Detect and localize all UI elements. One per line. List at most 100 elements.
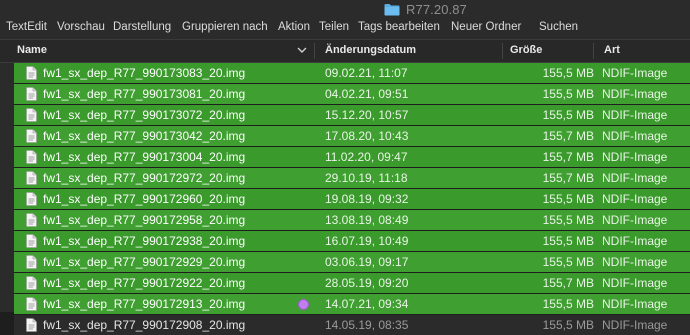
document-icon	[26, 213, 37, 227]
file-date: 29.10.19, 11:18	[325, 171, 408, 185]
file-row[interactable]: fw1_sx_dep_R77_990173004_20.img 11.02.20,…	[14, 147, 690, 167]
file-kind: NDIF-Image	[602, 234, 668, 248]
file-date: 09.02.21, 11:07	[325, 66, 408, 80]
file-row[interactable]: fw1_sx_dep_R77_990173081_20.img 04.02.21,…	[14, 84, 690, 104]
toolbar-darstellung-button[interactable]: Darstellung	[113, 21, 171, 33]
column-kind-header[interactable]: Art	[604, 44, 620, 56]
file-row[interactable]: fw1_sx_dep_R77_990173042_20.img 17.08.20,…	[14, 126, 690, 146]
file-size: 155,5 MB	[542, 318, 594, 332]
file-row[interactable]: fw1_sx_dep_R77_990172972_20.img 29.10.19,…	[14, 168, 690, 188]
toolbar-aktion-button[interactable]: Aktion	[278, 21, 310, 33]
toolbar-textedit-button[interactable]: TextEdit	[6, 21, 47, 33]
file-row[interactable]: fw1_sx_dep_R77_990172929_20.img 03.06.19,…	[14, 252, 690, 272]
file-name: fw1_sx_dep_R77_990172960_20.img	[43, 192, 246, 206]
file-kind: NDIF-Image	[602, 255, 668, 269]
document-icon	[26, 276, 37, 290]
file-size: 155,7 MB	[542, 129, 594, 143]
file-size: 155,5 MB	[542, 297, 594, 311]
file-size: 155,5 MB	[542, 108, 594, 122]
document-icon	[26, 87, 37, 101]
toolbar-gruppieren-button[interactable]: Gruppieren nach	[182, 21, 268, 33]
file-date: 13.08.19, 08:49	[325, 213, 409, 227]
column-divider[interactable]	[502, 43, 503, 59]
file-name: fw1_sx_dep_R77_990172922_20.img	[43, 276, 246, 290]
file-row[interactable]: fw1_sx_dep_R77_990172913_20.img 14.07.21,…	[14, 294, 690, 314]
file-row[interactable]: fw1_sx_dep_R77_990172908_20.img 14.05.19,…	[14, 315, 690, 335]
column-divider[interactable]	[593, 43, 594, 59]
file-kind: NDIF-Image	[602, 150, 668, 164]
file-size: 155,7 MB	[542, 150, 594, 164]
file-kind: NDIF-Image	[602, 213, 668, 227]
file-row[interactable]: fw1_sx_dep_R77_990173083_20.img 09.02.21,…	[14, 63, 690, 83]
file-size: 155,5 MB	[542, 234, 594, 248]
file-name: fw1_sx_dep_R77_990172929_20.img	[43, 255, 246, 269]
column-date-header[interactable]: Änderungsdatum	[325, 44, 416, 56]
file-kind: NDIF-Image	[602, 108, 668, 122]
file-date: 16.07.19, 10:49	[325, 234, 409, 248]
file-size: 155,5 MB	[542, 87, 594, 101]
file-row[interactable]: fw1_sx_dep_R77_990172922_20.img 28.05.19,…	[14, 273, 690, 293]
title-bar: R77.20.87	[0, 0, 690, 19]
file-row[interactable]: fw1_sx_dep_R77_990173072_20.img 15.12.20,…	[14, 105, 690, 125]
document-icon	[26, 150, 37, 164]
file-size: 155,7 MB	[542, 276, 594, 290]
column-header: Name Änderungsdatum Größe Art	[0, 40, 690, 63]
document-icon	[26, 234, 37, 248]
window-title-group: R77.20.87	[384, 1, 467, 17]
file-date: 14.05.19, 08:35	[325, 318, 409, 332]
file-date: 15.12.20, 10:57	[325, 108, 409, 122]
toolbar-new-folder-button[interactable]: Neuer Ordner	[451, 21, 521, 33]
document-icon	[26, 66, 37, 80]
document-icon	[26, 108, 37, 122]
file-kind: NDIF-Image	[602, 276, 668, 290]
document-icon	[26, 129, 37, 143]
column-name-header[interactable]: Name	[17, 44, 47, 56]
toolbar-search-button[interactable]: Suchen	[539, 21, 578, 33]
file-kind: NDIF-Image	[602, 87, 668, 101]
file-date: 03.06.19, 09:17	[325, 255, 409, 269]
toolbar-vorschau-button[interactable]: Vorschau	[57, 21, 105, 33]
toolbar-teilen-button[interactable]: Teilen	[319, 21, 349, 33]
file-name: fw1_sx_dep_R77_990172938_20.img	[43, 234, 246, 248]
file-date: 17.08.20, 10:43	[325, 129, 409, 143]
file-row[interactable]: fw1_sx_dep_R77_990172938_20.img 16.07.19,…	[14, 231, 690, 251]
folder-icon	[384, 3, 400, 15]
file-name: fw1_sx_dep_R77_990173042_20.img	[43, 129, 246, 143]
file-name: fw1_sx_dep_R77_990172958_20.img	[43, 213, 246, 227]
file-name: fw1_sx_dep_R77_990173081_20.img	[43, 87, 246, 101]
file-kind: NDIF-Image	[602, 129, 668, 143]
file-size: 155,5 MB	[542, 213, 594, 227]
document-icon	[26, 255, 37, 269]
column-divider[interactable]	[314, 43, 315, 59]
tag-purple-dot	[298, 299, 309, 310]
file-kind: NDIF-Image	[602, 318, 668, 332]
file-size: 155,5 MB	[542, 255, 594, 269]
file-kind: NDIF-Image	[602, 171, 668, 185]
file-size: 155,5 MB	[542, 66, 594, 80]
file-kind: NDIF-Image	[602, 192, 668, 206]
toolbar-tags-button[interactable]: Tags bearbeiten	[358, 21, 440, 33]
document-icon	[26, 192, 37, 206]
file-kind: NDIF-Image	[602, 297, 668, 311]
file-date: 11.02.20, 09:47	[325, 150, 408, 164]
file-date: 04.02.21, 09:51	[325, 87, 409, 101]
file-date: 19.08.19, 09:32	[325, 192, 409, 206]
file-row[interactable]: fw1_sx_dep_R77_990172960_20.img 19.08.19,…	[14, 189, 690, 209]
file-kind: NDIF-Image	[602, 66, 668, 80]
file-date: 14.07.21, 09:34	[325, 297, 409, 311]
file-name: fw1_sx_dep_R77_990172913_20.img	[43, 297, 246, 311]
file-name: fw1_sx_dep_R77_990172908_20.img	[43, 318, 246, 332]
document-icon	[26, 318, 37, 332]
chevron-down-icon[interactable]	[297, 46, 307, 54]
file-size: 155,7 MB	[542, 171, 594, 185]
column-size-header[interactable]: Größe	[510, 44, 542, 56]
file-name: fw1_sx_dep_R77_990173083_20.img	[43, 66, 246, 80]
document-icon	[26, 297, 37, 311]
file-name: fw1_sx_dep_R77_990172972_20.img	[43, 171, 246, 185]
file-date: 28.05.19, 09:20	[325, 276, 409, 290]
file-size: 155,5 MB	[542, 192, 594, 206]
file-row[interactable]: fw1_sx_dep_R77_990172958_20.img 13.08.19,…	[14, 210, 690, 230]
toolbar: TextEdit Vorschau Darstellung Gruppieren…	[0, 19, 690, 40]
left-gutter	[0, 63, 14, 312]
file-name: fw1_sx_dep_R77_990173072_20.img	[43, 108, 246, 122]
